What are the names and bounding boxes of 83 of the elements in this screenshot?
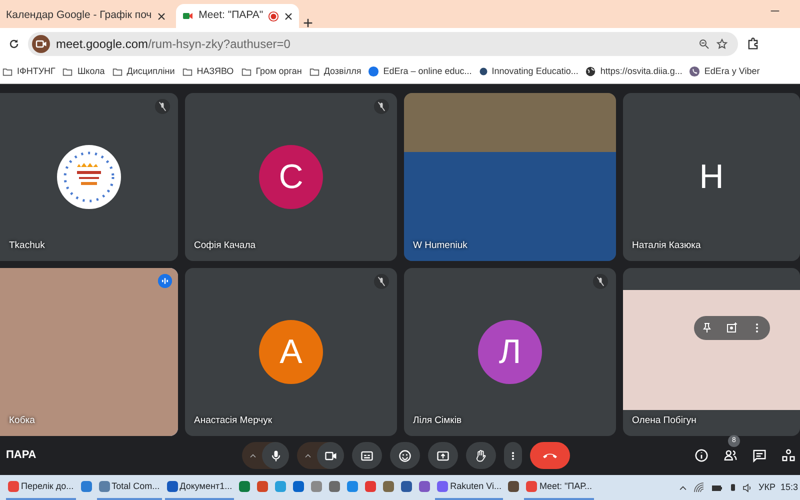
captions-icon [360, 448, 374, 462]
taskbar-item[interactable]: Документ1... [164, 475, 234, 500]
info-icon [694, 448, 709, 463]
folder-icon [112, 66, 123, 76]
chat-button[interactable] [752, 448, 767, 463]
emoji-button[interactable] [390, 442, 420, 469]
taskbar-label: Перелік до... [21, 480, 74, 493]
folder-icon [308, 66, 320, 76]
bookmark[interactable]: Гром орган [240, 64, 302, 78]
taskbar-label: Документ1... [180, 480, 232, 493]
participant-name: Анастасія Мерчук [194, 414, 272, 428]
keyboard-language[interactable]: УКР [758, 480, 776, 494]
present-icon [436, 448, 450, 462]
globe-icon [585, 66, 596, 77]
reload-icon[interactable] [8, 38, 20, 50]
participant-name: Ліля Сімків [413, 414, 462, 428]
emoji-icon [398, 448, 412, 462]
star-icon[interactable] [716, 38, 728, 50]
taskbar-item[interactable]: Перелік до... [6, 475, 76, 500]
extensions-icon[interactable] [746, 37, 760, 51]
bookmark[interactable]: EdEra – online educ... [368, 64, 472, 78]
phone-hangup-icon [543, 452, 557, 459]
activities-icon [781, 448, 796, 463]
end-call-button[interactable] [530, 442, 570, 469]
bookmark[interactable]: ІФНТУНГ [2, 64, 56, 78]
raise-hand-icon [474, 448, 488, 462]
browser-tab[interactable]: Meet: "ПАРА" [176, 4, 300, 28]
people-button[interactable] [723, 448, 738, 463]
close-icon[interactable] [284, 12, 294, 20]
folder-icon [182, 66, 193, 76]
bookmark[interactable]: Innovating Educatio... [478, 64, 578, 78]
phone-icon [689, 66, 700, 77]
bookmark[interactable]: НАЗЯВО [182, 64, 234, 78]
folder-icon [240, 66, 252, 76]
speaker-icon[interactable] [742, 482, 754, 494]
participant-name: Наталія Казюка [632, 238, 701, 253]
more-options-button[interactable] [504, 442, 522, 469]
address-bar[interactable]: meet.google.com/rum-hsyn-zky?authuser=0 [28, 32, 738, 56]
plus-icon[interactable] [303, 18, 314, 28]
browser-tab[interactable]: Календар Google - Графік поч [0, 4, 172, 28]
dot-icon [478, 67, 488, 76]
zoom-out-icon[interactable] [698, 38, 710, 50]
raise-hand-button[interactable] [466, 442, 496, 469]
meeting-title: ПАРА [6, 448, 38, 464]
participant-name: Tkachuk [9, 238, 45, 253]
tab-title: Meet: "ПАРА" [198, 8, 264, 24]
bookmark[interactable]: https://osvita.diia.g... [585, 64, 682, 78]
participant-name: W Humeniuk [413, 238, 468, 253]
url-text: meet.google.com/rum-hsyn-zky?authuser=0 [56, 36, 290, 53]
avatar-circle: С [259, 145, 323, 209]
captions-button[interactable] [352, 442, 382, 469]
clock-time[interactable]: 15:3 [780, 480, 798, 494]
taskbar-label: Total Com... [112, 480, 160, 493]
phone-icon[interactable] [728, 481, 736, 494]
bookmark[interactable]: Дозвілля [308, 64, 362, 78]
bookmark[interactable]: EdEra у Viber [689, 64, 760, 78]
bookmark[interactable]: Дисципліни [112, 64, 175, 78]
frame-icon[interactable] [726, 322, 738, 334]
wifi-icon[interactable] [692, 482, 704, 494]
participant-name: Софія Качала [194, 238, 256, 253]
taskbar-label: Rakuten Vi... [450, 480, 502, 493]
taskbar-label: Meet: "ПАР... [539, 480, 592, 493]
present-button[interactable] [428, 442, 458, 469]
info-button[interactable] [694, 448, 709, 463]
pin-icon[interactable] [700, 322, 713, 334]
avatar-circle: Л [478, 320, 542, 384]
folder-icon [62, 66, 74, 76]
participant-name: Олена Побігун [632, 414, 696, 428]
tab-title: Календар Google - Графік поч [6, 8, 152, 24]
taskbar-item[interactable]: Rakuten Vi... [435, 475, 504, 500]
taskbar-item[interactable]: Meet: "ПАР... [524, 475, 594, 500]
avatar-circle: А [259, 320, 323, 384]
people-icon [723, 448, 738, 463]
close-icon[interactable] [156, 12, 166, 20]
folder-icon [2, 66, 13, 76]
site-icon [368, 66, 380, 77]
camera-icon [182, 10, 194, 22]
camera-icon [32, 35, 50, 53]
chat-icon [752, 448, 767, 463]
activities-button[interactable] [781, 448, 796, 463]
participant-name: Кобка [9, 414, 35, 428]
bookmark[interactable]: Школа [62, 64, 105, 78]
taskbar-item[interactable]: Total Com... [96, 475, 162, 500]
